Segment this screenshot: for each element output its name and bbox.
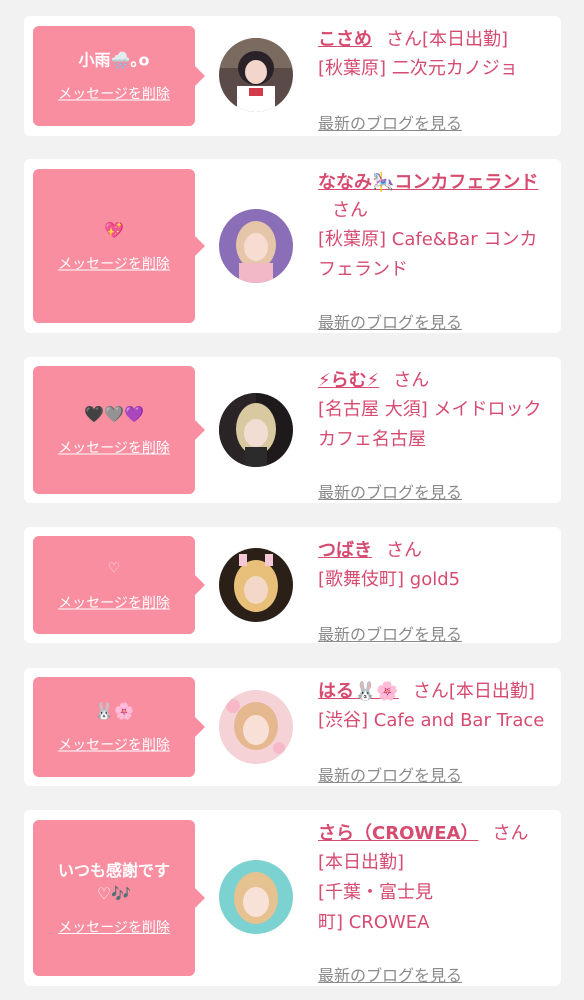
avatar[interactable]: [219, 860, 293, 934]
delete-message-link[interactable]: メッセージを削除: [58, 593, 170, 613]
shop-name: [秋葉原] 二次元カノジョ: [318, 58, 518, 79]
message-bubble: 🐰🌸 メッセージを削除: [33, 677, 205, 777]
shop-name: [千葉・富士見町] CROWEA: [318, 882, 434, 933]
honorific: さん: [332, 200, 368, 221]
shop-name: [名古屋 大須] メイドロックカフェ名古屋: [318, 399, 542, 450]
cast-card: 小雨🌧️｡o メッセージを削除 こさめ さん[本日出勤] [秋葉原] 二次元カノジ…: [24, 16, 561, 136]
cast-card: ♡ メッセージを削除 つばき さん [歌舞伎町] gold5 最新のブログを見る: [24, 527, 561, 644]
cast-info: さら（CROWEA） さん [本日出勤] [千葉・富士見町] CROWEA 最新の…: [318, 820, 550, 985]
shop-name: [秋葉原] Cafe&Bar コンカフェランド: [318, 229, 538, 280]
avatar[interactable]: [219, 38, 293, 112]
delete-message-link[interactable]: メッセージを削除: [58, 438, 170, 458]
message-text: ♡: [107, 560, 121, 577]
cast-info: ななみ🎠コンカフェランドさん [秋葉原] Cafe&Bar コンカフェランド 最…: [318, 169, 550, 332]
delete-message-link[interactable]: メッセージを削除: [58, 84, 170, 104]
cast-name-link[interactable]: つばき: [318, 540, 372, 561]
avatar[interactable]: [219, 209, 293, 283]
delete-message-link[interactable]: メッセージを削除: [58, 254, 170, 274]
message-text: 🐰🌸: [94, 701, 134, 721]
cast-info: はる🐰🌸 さん[本日出勤] [渋谷] Cafe and Bar Trace 最新の…: [318, 678, 561, 785]
cast-card: 💖 メッセージを削除 ななみ🎠コンカフェランドさん [秋葉原] Cafe&Bar…: [24, 159, 561, 333]
latest-blog-link[interactable]: 最新のブログを見る: [318, 962, 462, 986]
favorite-cast-list: 小雨🌧️｡o メッセージを削除 こさめ さん[本日出勤] [秋葉原] 二次元カノジ…: [0, 0, 584, 1000]
status-badge: [本日出勤]: [422, 29, 509, 50]
avatar[interactable]: [219, 548, 293, 622]
message-text: 💖: [104, 220, 124, 240]
honorific: さん: [412, 681, 449, 702]
honorific: さん: [386, 540, 422, 561]
message-bubble: 🖤🩶💜 メッセージを削除: [33, 366, 205, 494]
message-text: いつも感謝です ♡🎶: [57, 861, 170, 903]
delete-message-link[interactable]: メッセージを削除: [58, 917, 170, 937]
latest-blog-link[interactable]: 最新のブログを見る: [318, 479, 462, 503]
delete-message-link[interactable]: メッセージを削除: [58, 735, 170, 755]
status-badge: [本日出勤]: [448, 681, 535, 702]
shop-name: [歌舞伎町] gold5: [318, 569, 461, 590]
message-bubble: 小雨🌧️｡o メッセージを削除: [33, 26, 205, 126]
latest-blog-link[interactable]: 最新のブログを見る: [318, 762, 462, 786]
message-bubble: ♡ メッセージを削除: [33, 536, 205, 634]
message-text: 🖤🩶💜: [84, 404, 144, 424]
cast-name-link[interactable]: さら（CROWEA）: [318, 823, 478, 844]
cast-name-link[interactable]: ⚡らむ⚡: [318, 370, 379, 391]
cast-card: 🖤🩶💜 メッセージを削除 ⚡らむ⚡ さん [名古屋 大須] メイドロックカフェ名古…: [24, 357, 561, 503]
cast-name-link[interactable]: こさめ: [318, 29, 372, 50]
honorific: さん: [393, 370, 430, 391]
honorific: さん: [386, 29, 422, 50]
latest-blog-link[interactable]: 最新のブログを見る: [318, 621, 462, 645]
cast-name-link[interactable]: ななみ🎠コンカフェランド: [318, 172, 538, 193]
shop-name: [渋谷] Cafe and Bar Trace: [318, 710, 545, 731]
cast-card: 🐰🌸 メッセージを削除 はる🐰🌸 さん[本日出勤] [渋谷] Cafe and B…: [24, 668, 561, 786]
message-bubble: いつも感謝です ♡🎶 メッセージを削除: [33, 820, 205, 976]
latest-blog-link[interactable]: 最新のブログを見る: [318, 110, 462, 134]
cast-info: つばき さん [歌舞伎町] gold5 最新のブログを見る: [318, 537, 556, 644]
cast-card: いつも感謝です ♡🎶 メッセージを削除 さら（CROWEA） さん [本日出勤] …: [24, 810, 561, 986]
avatar[interactable]: [219, 690, 293, 764]
status-badge: [本日出勤]: [318, 852, 405, 873]
latest-blog-link[interactable]: 最新のブログを見る: [318, 309, 462, 333]
message-bubble: 💖 メッセージを削除: [33, 169, 205, 323]
avatar[interactable]: [219, 393, 293, 467]
cast-info: ⚡らむ⚡ さん [名古屋 大須] メイドロックカフェ名古屋 最新のブログを見る: [318, 367, 550, 502]
cast-info: こさめ さん[本日出勤] [秋葉原] 二次元カノジョ 最新のブログを見る: [318, 26, 556, 133]
honorific: さん: [492, 823, 529, 844]
cast-name-link[interactable]: はる🐰🌸: [318, 681, 399, 702]
message-text: 小雨🌧️｡o: [78, 50, 150, 70]
